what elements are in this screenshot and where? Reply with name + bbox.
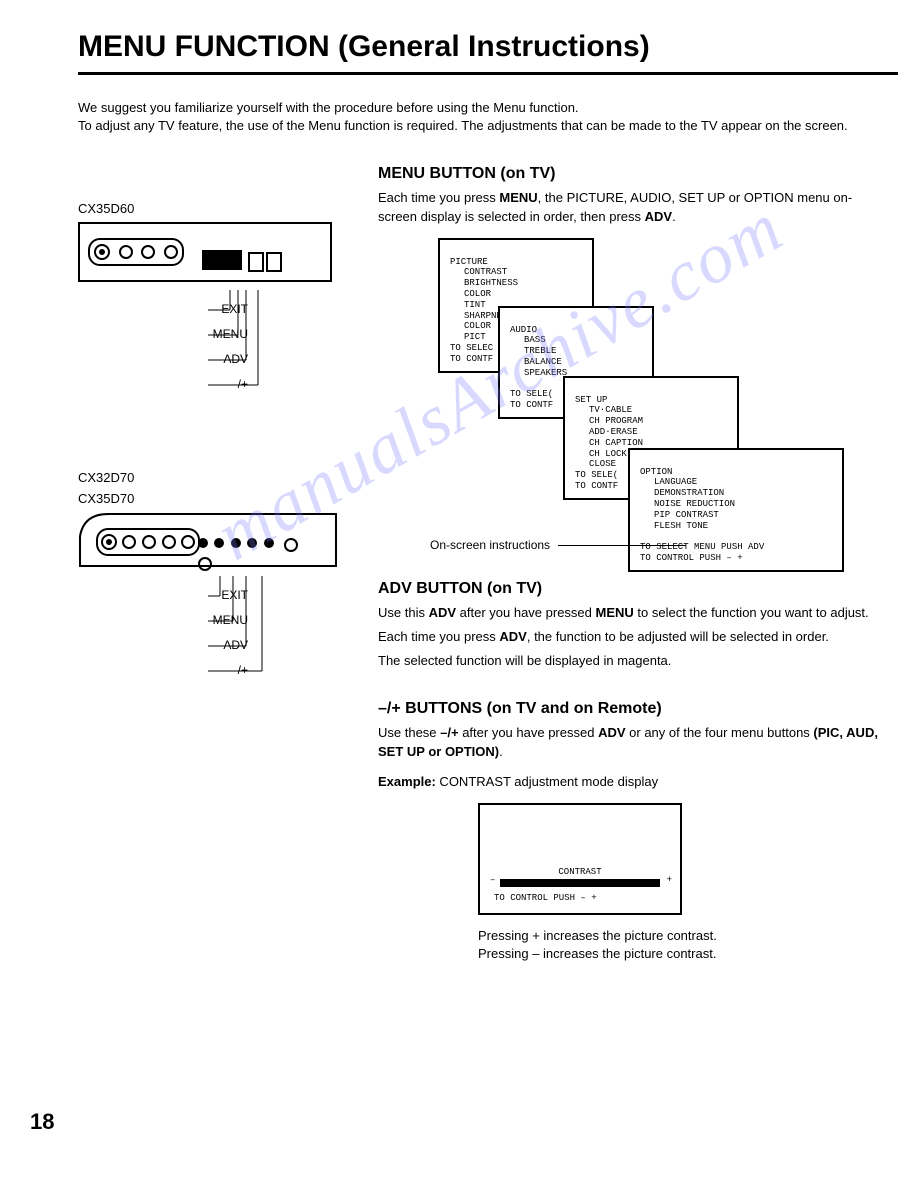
minus-icon: – xyxy=(490,875,495,885)
onscreen-leader-line xyxy=(558,545,686,546)
cascading-menus: PICTURE CONTRAST BRIGHTNESS COLOR TINT S… xyxy=(438,238,888,568)
onscreen-label: On-screen instructions xyxy=(430,538,550,552)
intro-line1: We suggest you familiarize yourself with… xyxy=(78,100,579,115)
label-pm: – /+ xyxy=(228,377,248,391)
heading-adv-button: ADV BUTTON (on TV) xyxy=(378,580,888,598)
av-ring-icon xyxy=(122,535,136,549)
para-menu-button: Each time you press MENU, the PICTURE, A… xyxy=(378,189,888,225)
para-adv-1: Use this ADV after you have pressed MENU… xyxy=(378,604,888,622)
leader-lines-b xyxy=(78,576,328,696)
svideo-icon xyxy=(94,244,110,260)
tv-panel-b xyxy=(78,512,328,568)
av-ring-icon xyxy=(142,535,156,549)
contrast-after-2: Pressing – increases the picture contras… xyxy=(478,946,716,961)
panel-labels-b: EXIT MENU ADV – /+ xyxy=(78,576,328,706)
tv-panel-a xyxy=(78,222,332,282)
av-ring-icon xyxy=(181,535,195,549)
model-label-a: CX35D60 xyxy=(78,201,358,216)
av-ring-icon xyxy=(162,535,176,549)
para-pm-1: Use these –/+ after you have pressed ADV… xyxy=(378,724,888,760)
contrast-after: Pressing + increases the picture contras… xyxy=(478,927,888,963)
contrast-after-1: Pressing + increases the picture contras… xyxy=(478,928,717,943)
menu-option: OPTION LANGUAGE DEMONSTRATION NOISE REDU… xyxy=(628,448,844,572)
label-adv: ADV xyxy=(223,352,248,366)
title-rule xyxy=(78,72,898,75)
right-column: MENU BUTTON (on TV) Each time you press … xyxy=(378,165,888,963)
label-adv: ADV xyxy=(223,638,248,652)
plus-icon: + xyxy=(667,875,672,885)
label-exit: EXIT xyxy=(221,302,248,316)
para-adv-3: The selected function will be displayed … xyxy=(378,652,888,670)
heading-pm-buttons: –/+ BUTTONS (on TV and on Remote) xyxy=(378,700,888,718)
svideo-icon xyxy=(101,534,117,550)
jackplate-b xyxy=(96,528,200,556)
av-ring-icon xyxy=(119,245,133,259)
contrast-label: CONTRAST xyxy=(558,867,601,877)
av-ring-icon xyxy=(164,245,178,259)
label-exit: EXIT xyxy=(221,588,248,602)
leader-lines-a xyxy=(78,290,328,410)
jackplate-a xyxy=(88,238,184,266)
heading-menu-button: MENU BUTTON (on TV) xyxy=(378,165,888,183)
page: manualsArchive.com MENU FUNCTION (Genera… xyxy=(0,0,918,1185)
contrast-bar xyxy=(500,879,660,887)
contrast-foot: TO CONTROL PUSH – + xyxy=(494,893,597,903)
panel-buttons-b xyxy=(198,538,318,562)
model-label-b2: CX35D70 xyxy=(78,491,358,506)
av-ring-icon xyxy=(141,245,155,259)
intro-paragraph: We suggest you familiarize yourself with… xyxy=(78,99,858,135)
model-label-b1: CX32D70 xyxy=(78,470,358,485)
contrast-display: CONTRAST – + TO CONTROL PUSH – + xyxy=(478,803,682,915)
para-adv-2: Each time you press ADV, the function to… xyxy=(378,628,888,646)
panel-buttons-a xyxy=(202,250,322,274)
intro-line2: To adjust any TV feature, the use of the… xyxy=(78,118,848,133)
para-pm-example: Example: CONTRAST adjustment mode displa… xyxy=(378,773,888,791)
page-number: 18 xyxy=(30,1109,54,1135)
left-column: CX35D60 xyxy=(78,165,358,963)
page-title: MENU FUNCTION (General Instructions) xyxy=(78,30,888,64)
panel-labels-a: EXIT MENU ADV – /+ xyxy=(78,290,328,420)
label-menu: MENU xyxy=(213,327,248,341)
label-pm: – /+ xyxy=(228,663,248,677)
label-menu: MENU xyxy=(213,613,248,627)
